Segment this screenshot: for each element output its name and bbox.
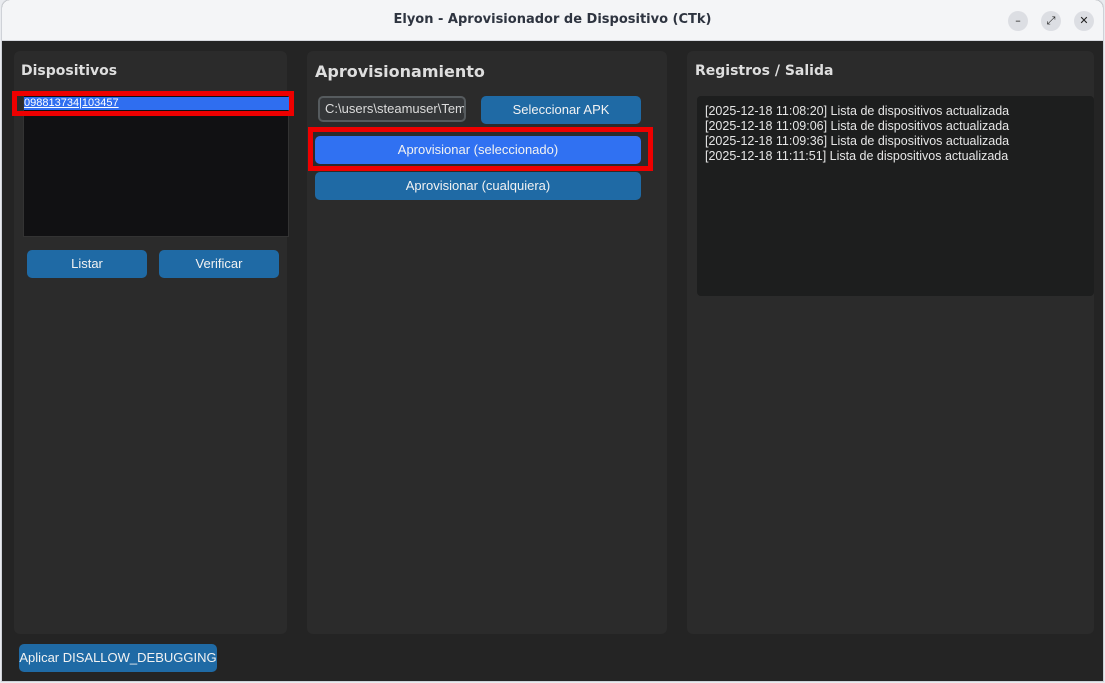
- disallow-debugging-button[interactable]: Aplicar DISALLOW_DEBUGGING: [19, 644, 217, 672]
- select-apk-button[interactable]: Seleccionar APK: [481, 96, 641, 124]
- log-textbox[interactable]: [2025-12-18 11:08:20] Lista de dispositi…: [697, 96, 1094, 296]
- maximize-icon[interactable]: ⤢: [1041, 11, 1061, 31]
- log-line: [2025-12-18 11:09:06] Lista de dispositi…: [705, 119, 1010, 133]
- device-listbox[interactable]: 098813734|103457: [23, 95, 289, 237]
- list-button[interactable]: Listar: [27, 250, 147, 278]
- log-line: [2025-12-18 11:11:51] Lista de dispositi…: [705, 149, 1009, 163]
- log-line: [2025-12-18 11:08:20] Lista de dispositi…: [705, 104, 1010, 118]
- provisioning-title: Aprovisionamiento: [315, 62, 485, 81]
- logs-title: Registros / Salida: [695, 63, 834, 79]
- devices-title: Dispositivos: [21, 63, 118, 79]
- apk-path-field[interactable]: C:\users\steamuser\Temp: [318, 96, 466, 122]
- title-bar: Elyon - Aprovisionador de Dispositivo (C…: [2, 0, 1103, 41]
- close-icon[interactable]: ✕: [1074, 11, 1094, 31]
- highlight-device-item: [12, 91, 294, 116]
- window-title: Elyon - Aprovisionador de Dispositivo (C…: [393, 12, 712, 27]
- highlight-provision-selected: [308, 127, 653, 171]
- log-line: [2025-12-18 11:09:36] Lista de dispositi…: [705, 134, 1010, 148]
- minimize-icon[interactable]: –: [1008, 11, 1028, 31]
- provision-any-button[interactable]: Aprovisionar (cualquiera): [315, 172, 641, 200]
- verify-button[interactable]: Verificar: [159, 250, 279, 278]
- app-window: Elyon - Aprovisionador de Dispositivo (C…: [2, 0, 1103, 681]
